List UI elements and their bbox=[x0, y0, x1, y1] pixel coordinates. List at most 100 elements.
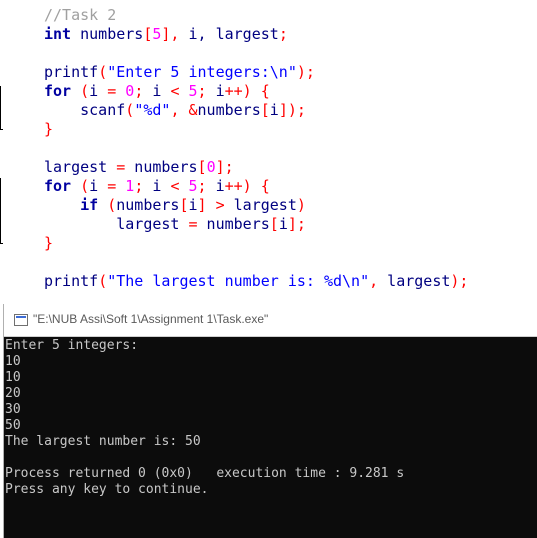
code-token: largest bbox=[44, 215, 189, 233]
code-token: [ bbox=[197, 158, 207, 176]
code-token: numbers bbox=[116, 196, 180, 214]
code-token: i bbox=[89, 177, 108, 195]
code-token: if bbox=[80, 196, 99, 214]
code-token: ]; bbox=[215, 158, 234, 176]
code-token: > bbox=[215, 196, 225, 214]
code-line[interactable]: scanf("%d", &numbers[i]); bbox=[44, 101, 306, 120]
code-token: 0 bbox=[206, 158, 216, 176]
code-token: } bbox=[44, 234, 54, 252]
console-output-line: Process returned 0 (0x0) execution time … bbox=[5, 466, 405, 481]
code-token: ++) bbox=[224, 82, 252, 100]
code-token: ; bbox=[134, 177, 144, 195]
code-token: ; bbox=[134, 82, 144, 100]
fold-marker[interactable] bbox=[0, 178, 1, 244]
code-token: ++) bbox=[224, 177, 252, 195]
console-title: "E:\NUB Assi\Soft 1\Assignment 1\Task.ex… bbox=[33, 312, 269, 326]
code-token: 5 bbox=[188, 177, 198, 195]
code-token: ; bbox=[278, 25, 288, 43]
code-line[interactable]: largest = numbers[i]; bbox=[44, 215, 306, 234]
code-token: ; bbox=[197, 82, 207, 100]
code-editor[interactable]: //Task 2 int numbers[5], i, largest; print… bbox=[0, 0, 537, 303]
code-token: for bbox=[44, 82, 72, 100]
code-line[interactable]: largest = numbers[0]; bbox=[44, 158, 234, 177]
code-token: numbers bbox=[197, 215, 270, 233]
code-token: i bbox=[278, 215, 288, 233]
code-token: ], bbox=[161, 25, 180, 43]
code-line[interactable]: int numbers[5], i, largest; bbox=[44, 25, 288, 44]
code-token: i bbox=[143, 177, 171, 195]
console-output: Enter 5 integers: 10 10 20 30 50 The largest n… bbox=[5, 338, 537, 498]
code-token: ( bbox=[80, 82, 90, 100]
code-token: & bbox=[188, 101, 198, 119]
code-token: ( bbox=[98, 272, 108, 290]
code-token: i bbox=[89, 82, 108, 100]
fold-marker-end bbox=[0, 129, 3, 130]
code-token: for bbox=[44, 177, 72, 195]
console-output-line: 50 bbox=[5, 418, 21, 433]
code-token: //Task 2 bbox=[44, 6, 117, 24]
console-titlebar[interactable]: "E:\NUB Assi\Soft 1\Assignment 1\Task.ex… bbox=[4, 304, 537, 337]
code-token: 0 bbox=[125, 82, 135, 100]
code-line[interactable]: printf("Enter 5 integers:\n"); bbox=[44, 63, 315, 82]
code-line[interactable]: for (i = 1; i < 5; i++) { bbox=[44, 177, 270, 196]
code-token: numbers bbox=[71, 25, 144, 43]
code-line[interactable]: printf("The largest number is: %d\n", la… bbox=[44, 272, 468, 291]
code-token: "The largest number is: %d\n" bbox=[107, 272, 370, 290]
code-token: ( bbox=[98, 63, 108, 81]
console-output-line: Press any key to continue. bbox=[5, 482, 209, 497]
code-token: largest bbox=[224, 196, 297, 214]
code-token: "Enter 5 integers:\n" bbox=[107, 63, 297, 81]
code-token: ( bbox=[125, 101, 135, 119]
code-token: , bbox=[369, 272, 379, 290]
code-token: { bbox=[260, 177, 270, 195]
console-output-line: 20 bbox=[5, 386, 21, 401]
code-token: scanf bbox=[44, 101, 126, 119]
code-token: ( bbox=[80, 177, 90, 195]
code-token: = bbox=[107, 82, 117, 100]
code-token: "%d" bbox=[134, 101, 171, 119]
console-output-line: 10 bbox=[5, 370, 21, 385]
code-token: largest bbox=[44, 158, 117, 176]
console-window-icon bbox=[14, 314, 28, 326]
console-output-line: The largest number is: 50 bbox=[5, 434, 201, 449]
code-token: int bbox=[44, 25, 72, 43]
code-line[interactable]: if (numbers[i] > largest) bbox=[44, 196, 306, 215]
fold-marker-end bbox=[0, 243, 3, 244]
console-window[interactable]: "E:\NUB Assi\Soft 1\Assignment 1\Task.ex… bbox=[3, 304, 537, 538]
code-token: i, largest bbox=[179, 25, 279, 43]
console-output-line: Enter 5 integers: bbox=[5, 338, 139, 353]
code-line[interactable]: for (i = 0; i < 5; i++) { bbox=[44, 82, 270, 101]
code-token: [ bbox=[260, 101, 270, 119]
code-token: printf bbox=[44, 272, 99, 290]
code-token: numbers bbox=[197, 101, 261, 119]
code-line[interactable]: } bbox=[44, 120, 53, 139]
code-token: ]; bbox=[287, 215, 306, 233]
code-token: printf bbox=[44, 63, 99, 81]
code-line[interactable]: //Task 2 bbox=[44, 6, 116, 25]
code-token: largest bbox=[378, 272, 451, 290]
code-token: ]); bbox=[278, 101, 306, 119]
code-token: ] bbox=[197, 196, 207, 214]
code-token: = bbox=[116, 158, 126, 176]
fold-marker[interactable] bbox=[0, 86, 1, 130]
code-token: i bbox=[206, 82, 225, 100]
code-token: i bbox=[188, 196, 198, 214]
code-line[interactable]: } bbox=[44, 234, 53, 253]
code-token: 5 bbox=[188, 82, 198, 100]
code-token: { bbox=[260, 82, 270, 100]
console-output-line: 10 bbox=[5, 354, 21, 369]
code-token: } bbox=[44, 120, 54, 138]
code-token: i bbox=[206, 177, 225, 195]
